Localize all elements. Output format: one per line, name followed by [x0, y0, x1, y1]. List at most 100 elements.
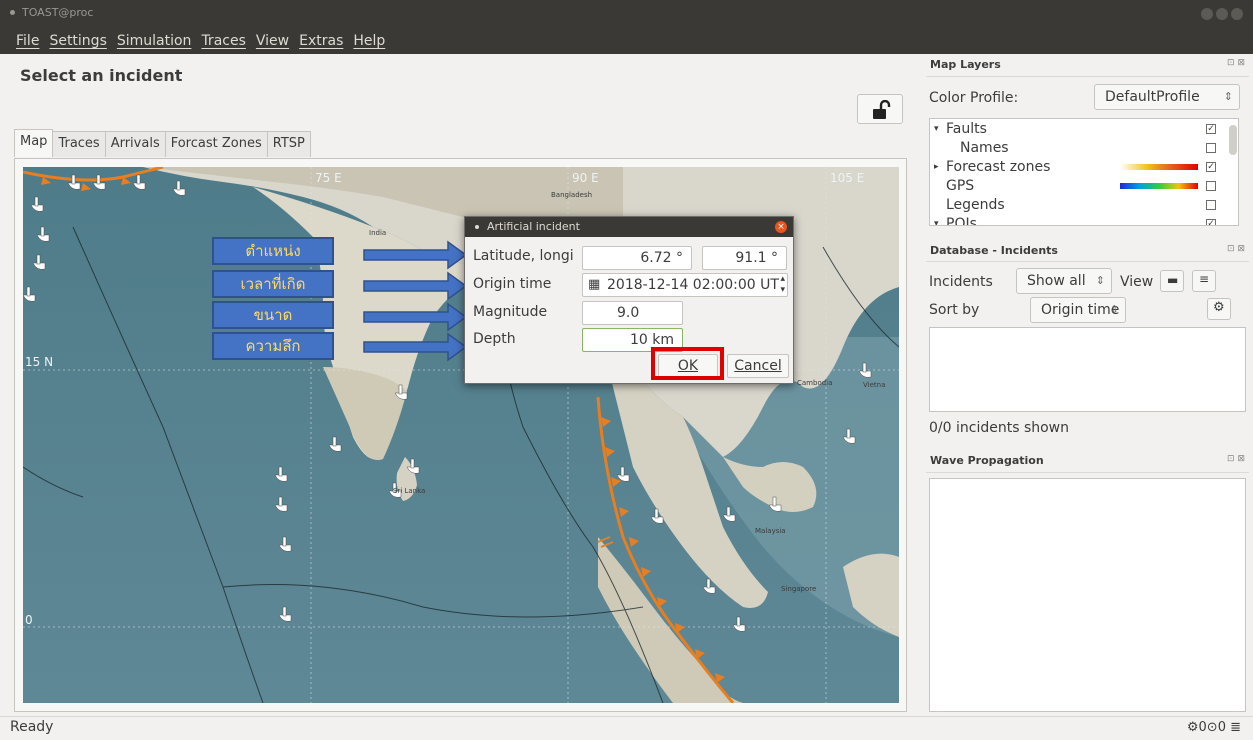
dialog-icon [475, 225, 479, 229]
place-label-cambodia: Cambodia [797, 379, 833, 387]
expand-icon[interactable]: ▾ [934, 215, 939, 225]
latitude-longitude-label: Latitude, longi [473, 248, 574, 264]
layer-label: Faults [946, 121, 987, 137]
checkbox-icon[interactable] [1206, 181, 1216, 191]
layer-label: Forecast zones [946, 159, 1051, 175]
checkbox-icon[interactable] [1206, 200, 1216, 210]
checkbox-checked-icon[interactable]: ✓ [1206, 219, 1216, 225]
dialog-close-icon[interactable]: × [775, 221, 787, 233]
app-icon [10, 10, 15, 15]
forecast-color-scale [1120, 164, 1198, 170]
status-bar: Ready ⚙0⊙0 ≣ [0, 716, 1253, 740]
layer-label: Names [960, 140, 1009, 156]
grid-label-lon-90: 90 E [572, 171, 599, 185]
cancel-button[interactable]: Cancel [727, 354, 789, 378]
calendar-icon: ▦ [588, 277, 601, 292]
layer-legends[interactable]: Legends [930, 196, 1230, 215]
grid-label-lat-0: 0 [25, 613, 33, 627]
map-layers-dock-controls[interactable]: ⊡ ⊠ [1227, 58, 1245, 68]
menu-help[interactable]: Help [353, 30, 385, 54]
wave-propagation-dock-controls[interactable]: ⊡ ⊠ [1227, 454, 1245, 464]
incidents-count: 0/0 incidents shown [929, 420, 1069, 436]
callout-depth: ความลึก [212, 332, 334, 360]
gear-icon: ⚙ [1213, 300, 1225, 315]
ok-highlight-box [651, 347, 724, 380]
sort-by-value: Origin time [1041, 302, 1120, 318]
artificial-incident-dialog: Artificial incident × Latitude, longi 6.… [464, 216, 794, 384]
page-title: Select an incident [20, 66, 183, 85]
layer-faults[interactable]: ▾ Faults ✓ [930, 120, 1230, 139]
map-layers-tree: ▾ Faults ✓ Names ▸ Forecast zones ✓ GPS … [929, 118, 1239, 226]
wave-propagation-panel [929, 478, 1246, 712]
scrollbar-thumb[interactable] [1229, 125, 1237, 155]
callout-position: ตำแหน่ง [212, 237, 334, 265]
sort-by-label: Sort by [929, 302, 980, 318]
magnitude-field[interactable]: 9.0 [582, 301, 683, 325]
menu-file[interactable]: File [16, 30, 39, 54]
incidents-list[interactable] [929, 327, 1246, 412]
latitude-field[interactable]: 6.72 ° [582, 246, 692, 270]
tab-traces[interactable]: Traces [52, 131, 106, 157]
layer-names[interactable]: Names [930, 139, 1230, 158]
divider [926, 261, 1249, 262]
incidents-label: Incidents [929, 274, 993, 290]
tab-map[interactable]: Map [14, 129, 54, 157]
layer-forecast-zones[interactable]: ▸ Forecast zones ✓ [930, 158, 1230, 177]
tab-rtsp[interactable]: RTSP [266, 131, 311, 157]
maximize-icon[interactable] [1216, 8, 1228, 20]
tab-forcast-zones[interactable]: Forcast Zones [164, 131, 268, 157]
menu-settings[interactable]: Settings [49, 30, 106, 54]
checkbox-checked-icon[interactable]: ✓ [1206, 162, 1216, 172]
chevron-updown-icon: ⇕ [1095, 274, 1105, 287]
menu-bar: File Settings Simulation Traces View Ext… [0, 30, 1253, 54]
db-incidents-title: Database - Incidents [930, 244, 1058, 257]
layer-label: Legends [946, 197, 1005, 213]
layer-label: GPS [946, 178, 975, 194]
expand-icon[interactable]: ▸ [934, 158, 939, 177]
layers-scrollbar[interactable] [1229, 123, 1237, 219]
callout-origin-time: เวลาที่เกิด [212, 270, 334, 298]
menu-simulation[interactable]: Simulation [117, 30, 192, 54]
expand-icon[interactable]: ▾ [934, 120, 939, 139]
menu-extras[interactable]: Extras [299, 30, 343, 54]
grid-label-lon-105: 105 E [830, 171, 865, 185]
grid-label-lon-75: 75 E [315, 171, 342, 185]
lock-button[interactable] [857, 94, 903, 124]
checkbox-checked-icon[interactable]: ✓ [1206, 124, 1216, 134]
incidents-filter-select[interactable]: Show all ⇕ [1016, 268, 1112, 294]
tab-arrivals[interactable]: Arrivals [104, 131, 166, 157]
settings-button[interactable]: ⚙ [1207, 298, 1231, 320]
layer-gps[interactable]: GPS [930, 177, 1230, 196]
place-label-vietnam: Vietna [863, 381, 886, 389]
map-layers-title: Map Layers [930, 58, 1001, 71]
window-controls [1201, 8, 1243, 20]
menu-traces[interactable]: Traces [201, 30, 245, 54]
close-icon[interactable] [1231, 8, 1243, 20]
layer-pois[interactable]: ▾ POIs ✓ [930, 215, 1230, 226]
place-label-bangladesh: Bangladesh [551, 191, 593, 199]
spin-arrows-icon[interactable]: ▴ ▾ [780, 274, 785, 296]
view-list-button[interactable]: ≡ [1192, 270, 1216, 292]
dialog-titlebar: Artificial incident × [465, 217, 793, 237]
incidents-filter-value: Show all [1027, 273, 1086, 289]
magnitude-label: Magnitude [473, 304, 548, 320]
status-text: Ready [10, 719, 54, 735]
layer-label: POIs [946, 216, 977, 226]
grid-label-lat-15n: 15 N [25, 355, 54, 369]
cancel-button-label: Cancel [734, 358, 782, 374]
unlock-icon [873, 100, 891, 119]
chevron-updown-icon: ⇕ [1223, 90, 1233, 103]
origin-time-field[interactable]: ▦ 2018-12-14 02:00:00 UT ▴ ▾ [582, 273, 788, 297]
compact-list-icon: ▬ [1167, 273, 1179, 287]
db-incidents-dock-controls[interactable]: ⊡ ⊠ [1227, 244, 1245, 254]
sort-by-select[interactable]: Origin time ⇕ [1030, 297, 1126, 323]
chevron-updown-icon: ⇕ [1109, 303, 1119, 316]
menu-view[interactable]: View [256, 30, 289, 54]
longitude-field[interactable]: 91.1 ° [702, 246, 787, 270]
color-profile-select[interactable]: DefaultProfile ⇕ [1094, 84, 1240, 110]
minimize-icon[interactable] [1201, 8, 1213, 20]
wave-propagation-title: Wave Propagation [930, 454, 1044, 467]
central-panel: Select an incident Map Traces Arrivals F… [0, 54, 922, 716]
checkbox-icon[interactable] [1206, 143, 1216, 153]
view-compact-button[interactable]: ▬ [1160, 270, 1184, 292]
